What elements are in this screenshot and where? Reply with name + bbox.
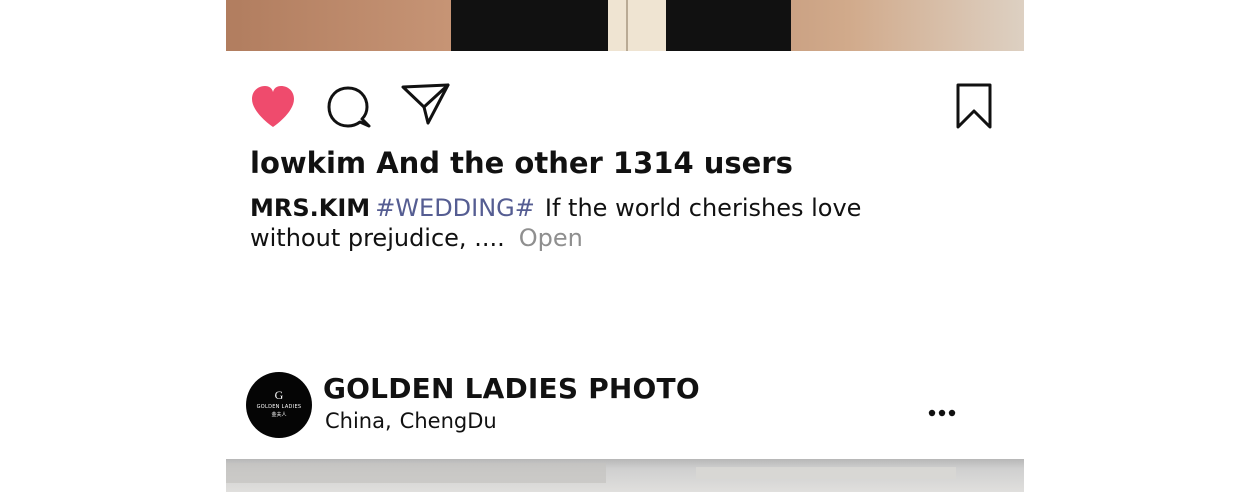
next-post-header: G GOLDEN LADIES 金夫人 GOLDEN LADIES PHOTO … xyxy=(246,371,1006,439)
more-icon[interactable] xyxy=(928,402,956,417)
avatar-logo-name: GOLDEN LADIES xyxy=(256,404,302,410)
photo-cream-area xyxy=(608,0,666,51)
bookmark-icon[interactable] xyxy=(954,82,994,130)
avatar-logo-subtitle: 金夫人 xyxy=(271,412,287,418)
location-country: China, xyxy=(325,409,392,433)
photo-fold-line xyxy=(626,0,628,51)
heart-icon[interactable] xyxy=(248,83,298,129)
post-actions xyxy=(248,82,1000,130)
post-caption: MRS.KIM #WEDDING# If the world cherishes l… xyxy=(250,193,950,253)
open-caption-link[interactable]: Open xyxy=(519,224,583,252)
send-icon[interactable] xyxy=(400,82,452,126)
post-photo-top[interactable] xyxy=(226,0,1024,51)
photo-haze-area xyxy=(226,463,606,483)
caption-username[interactable]: MRS.KIM xyxy=(250,194,370,222)
next-post-photo[interactable] xyxy=(226,459,1024,492)
location-city: ChengDu xyxy=(399,409,497,433)
account-name[interactable]: GOLDEN LADIES PHOTO xyxy=(323,372,700,405)
comment-icon[interactable] xyxy=(326,83,372,129)
photo-light-area xyxy=(696,467,956,479)
avatar[interactable]: G GOLDEN LADIES 金夫人 xyxy=(246,372,312,438)
post-location[interactable]: China, ChengDu xyxy=(325,409,497,433)
caption-hashtag[interactable]: #WEDDING# xyxy=(375,194,535,222)
likes-summary[interactable]: lowkim And the other 1314 users xyxy=(250,146,793,180)
avatar-logo-mark: G xyxy=(274,388,284,402)
